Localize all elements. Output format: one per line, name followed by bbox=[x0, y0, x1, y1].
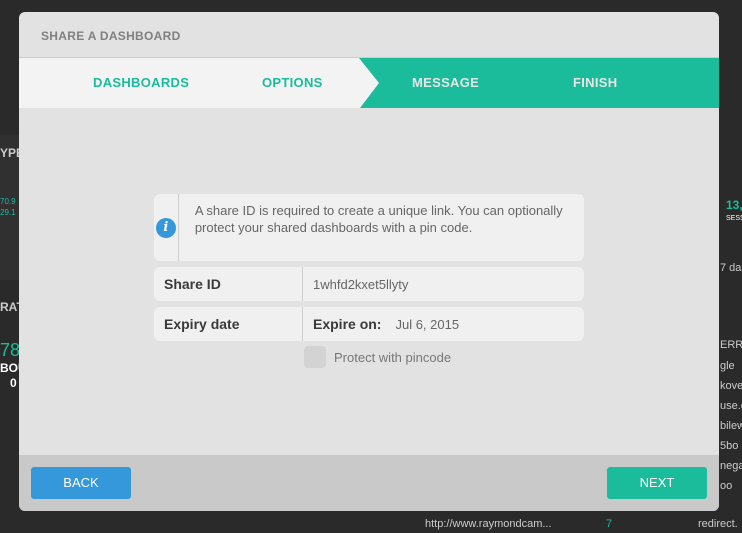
bg-text: 7 da bbox=[720, 262, 742, 274]
share-id-label: Share ID bbox=[154, 267, 303, 301]
bg-text: 0 bbox=[10, 376, 17, 390]
expire-date-picker[interactable]: Jul 6, 2015 bbox=[395, 317, 459, 332]
wizard-steps: DASHBOARDS OPTIONS MESSAGE FINISH bbox=[19, 58, 719, 108]
bg-text: ERR bbox=[720, 339, 742, 351]
info-icon: i bbox=[155, 217, 176, 238]
step-options[interactable]: OPTIONS bbox=[262, 75, 323, 90]
bg-table-count: 7 bbox=[606, 518, 613, 530]
bg-text: bilew bbox=[720, 420, 742, 432]
bg-text: RAT bbox=[0, 300, 19, 314]
modal-footer: BACK NEXT bbox=[19, 455, 719, 511]
bg-text: gle bbox=[720, 360, 735, 372]
bg-text: 5bo bbox=[720, 440, 739, 452]
bg-text: SESS bbox=[726, 215, 742, 222]
modal-body: i A share ID is required to create a uni… bbox=[19, 108, 719, 455]
step-finish: FINISH bbox=[573, 75, 618, 90]
pincode-label: Protect with pincode bbox=[334, 349, 452, 365]
bg-text: 13, bbox=[726, 198, 742, 212]
share-id-row: Share ID 1whfd2kxet5llyty bbox=[154, 267, 584, 301]
bg-text: kove bbox=[720, 380, 742, 392]
expiry-label: Expiry date bbox=[154, 307, 303, 341]
step-message: MESSAGE bbox=[412, 75, 480, 90]
expire-on-label: Expire on: bbox=[313, 316, 382, 332]
bg-text: BOU bbox=[0, 361, 19, 375]
bg-text: 29.1 bbox=[0, 208, 16, 217]
bg-table-link[interactable]: http://www.raymondcam... bbox=[425, 518, 565, 530]
bg-text: use.c bbox=[720, 400, 742, 412]
bg-text: nega bbox=[720, 460, 742, 472]
step-dashboards[interactable]: DASHBOARDS bbox=[93, 75, 189, 90]
bg-text: YPE bbox=[0, 146, 19, 160]
bg-link[interactable]: redirect. bbox=[698, 518, 742, 530]
modal-title: SHARE A DASHBOARD bbox=[19, 12, 719, 58]
next-button[interactable]: NEXT bbox=[607, 467, 707, 499]
bg-text: 78. bbox=[0, 340, 19, 360]
share-id-input[interactable]: 1whfd2kxet5llyty bbox=[303, 277, 408, 292]
bg-text: 70.9 bbox=[0, 197, 16, 206]
expiry-row: Expiry date Expire on: Jul 6, 2015 bbox=[154, 307, 584, 341]
bg-text: oo bbox=[720, 480, 733, 492]
pincode-checkbox[interactable]: Protect with pincode bbox=[304, 346, 451, 368]
info-text: A share ID is required to create a uniqu… bbox=[194, 203, 563, 235]
back-button[interactable]: BACK bbox=[31, 467, 131, 499]
checkbox-box[interactable] bbox=[304, 346, 326, 368]
share-dashboard-modal: SHARE A DASHBOARD DASHBOARDS OPTIONS MES… bbox=[19, 12, 719, 511]
info-box: i A share ID is required to create a uni… bbox=[154, 194, 584, 261]
